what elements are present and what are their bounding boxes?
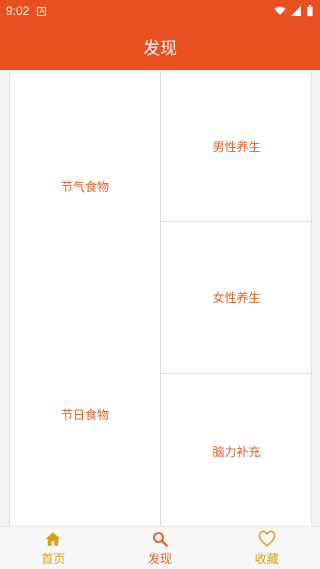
category-label: 节气食物 [60, 179, 109, 194]
category-label: 男性养生 [212, 140, 261, 154]
battery-icon [307, 5, 313, 17]
left-column: 节气食物 节日食物 [10, 72, 161, 528]
category-male-health[interactable]: 男性养生 [161, 72, 312, 222]
page-title: 发现 [143, 38, 177, 59]
title-bar: 发现 [0, 22, 320, 70]
tab-home[interactable]: 首页 [0, 527, 107, 569]
category-festival-food[interactable]: 节日食物 [10, 300, 160, 528]
right-column: 男性养生 女性养生 脑力补充 [161, 72, 312, 528]
category-grid: 节气食物 节日食物 男性养生 女性养生 脑力补充 [9, 72, 312, 528]
status-icons [274, 5, 314, 17]
tab-discover[interactable]: 发现 [107, 527, 214, 569]
status-time: 9:02 [6, 4, 30, 18]
wifi-icon [274, 6, 286, 15]
search-icon [153, 531, 168, 547]
notification-icon: A [37, 6, 47, 16]
status-bar: 9:02 A [0, 0, 320, 22]
tab-favorites[interactable]: 收藏 [213, 527, 320, 569]
tab-label: 首页 [41, 551, 66, 566]
signal-icon [291, 6, 301, 16]
category-label: 女性养生 [212, 291, 261, 305]
bottom-tab-bar: 首页 发现 收藏 [0, 526, 320, 569]
home-icon [45, 531, 61, 546]
heart-icon [258, 530, 275, 547]
category-solar-term-food[interactable]: 节气食物 [10, 72, 160, 300]
tab-label: 发现 [148, 551, 173, 566]
category-female-health[interactable]: 女性养生 [161, 222, 312, 374]
tab-label: 收藏 [254, 551, 279, 566]
category-brain-supplement[interactable]: 脑力补充 [161, 374, 312, 528]
category-label: 节日食物 [60, 407, 109, 422]
category-label: 脑力补充 [212, 444, 261, 459]
